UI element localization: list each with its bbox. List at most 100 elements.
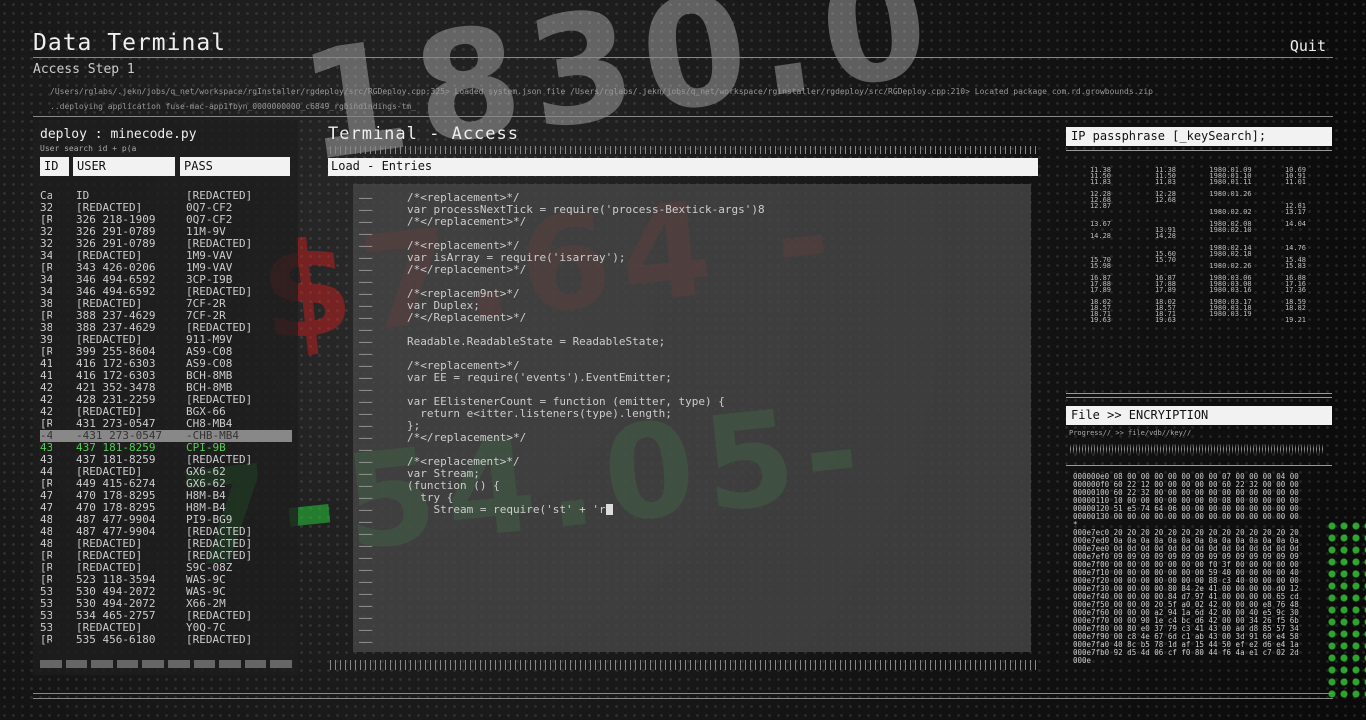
stats-cell: 19.63 — [1089, 316, 1112, 324]
hex-row: 000e7ec0 20 20 20 20 20 20 20 20 20 20 2… — [1073, 529, 1299, 537]
panel-subtitle: User search id + p(a — [40, 144, 137, 153]
code-lines: ——/*<replacement>*/—— var processNextTick… — [359, 192, 765, 648]
cell-id: [R — [40, 310, 52, 322]
table-row[interactable]: [R 535 456-6180 [REDACTED] — [40, 634, 292, 646]
load-entries-bar[interactable]: Load - Entries — [328, 158, 1038, 176]
cell-id: [R — [40, 550, 52, 562]
cell-id: 47 — [40, 502, 52, 514]
hex-row: 000e7f30 00 00 00 00 80 84 2e 41 00 00 0… — [1073, 585, 1299, 593]
code-line: ——/*</replacement>*/ — [359, 432, 765, 444]
hex-row: 000e7ee0 0d 0d 0d 0d 0d 0d 0d 0d 0d 0d 0… — [1073, 545, 1299, 553]
terminal-ui: Data Terminal Quit Access Step 1 /Users/… — [0, 0, 1366, 720]
cell-id: 38 — [40, 298, 52, 310]
stats-divider-1 — [1066, 393, 1332, 394]
cell-id: 39 — [40, 334, 52, 346]
table-scrollbar[interactable] — [40, 660, 292, 668]
terminal-title: Terminal - Access — [328, 124, 519, 144]
code-line: —— — [359, 624, 765, 636]
code-line: —— — [359, 636, 765, 648]
hex-row: 000000e0 08 00 00 00 00 00 00 00 07 00 0… — [1073, 473, 1299, 481]
cell-id: 34 — [40, 250, 52, 262]
code-line: —— var EE = require('events').EventEmitte… — [359, 372, 765, 384]
line-text: var EE = require('events').EventEmitter; — [407, 371, 672, 384]
line-text: Readable.ReadableState = ReadableState; — [407, 335, 666, 348]
cell-id: 43 — [40, 454, 52, 466]
panel-title: deploy : minecode.py — [40, 127, 197, 142]
cell-id: -4 — [40, 430, 52, 442]
hex-dump: 000000e0 08 00 00 00 00 00 00 00 07 00 0… — [1073, 473, 1328, 665]
line-text: /*</replacement>*/ — [407, 215, 527, 228]
cell-id: 34 — [40, 274, 52, 286]
hex-row: 000e7ed0 0a 0a 0a 0a 0a 0a 0a 0a 0a 0a 0… — [1073, 537, 1299, 545]
cell-id: [R — [40, 478, 52, 490]
terminal-bottom-ruler — [330, 660, 1038, 670]
column-header-pass[interactable]: PASS — [180, 157, 290, 176]
cell-id: 42 — [40, 382, 52, 394]
hex-row: 00000100 60 22 32 00 00 00 00 00 00 00 0… — [1073, 489, 1299, 497]
cell-id: [R — [40, 262, 52, 274]
hex-row: 000e7f80 00 80 e0 37 79 c3 41 43 00 a0 d… — [1073, 625, 1299, 633]
cell-id: 48 — [40, 526, 52, 538]
code-line: —— — [359, 576, 765, 588]
hex-row: 000e7fb0 92 d5 4d 06 cf f0 80 44 f6 4a e… — [1073, 649, 1299, 657]
cell-id: Ca — [40, 190, 52, 202]
hex-row: 000000f0 60 22 12 00 00 00 00 00 60 22 3… — [1073, 481, 1299, 489]
stats-table: 11.38 11.38 1980.01.09 10.69 11.50 11.50 1980.… — [1068, 167, 1330, 324]
log-line-1: /Users/rglabs/.jekn/jobs/q_net/workspace… — [50, 87, 1153, 96]
line-text: return e<itter.listeners(type).length; — [407, 407, 672, 420]
code-line: —— — [359, 540, 765, 552]
quit-button[interactable]: Quit — [1290, 37, 1326, 55]
code-line: ——/*</replacement>*/ — [359, 264, 765, 276]
hex-row: 000e7f70 00 00 90 1e c4 bc d6 42 00 00 3… — [1073, 617, 1299, 625]
code-line: —— — [359, 528, 765, 540]
footer-divider-2 — [33, 698, 1333, 699]
code-line: —— — [359, 564, 765, 576]
cell-id: 53 — [40, 610, 52, 622]
ip-divider — [1066, 150, 1332, 151]
waveform-divider — [1066, 465, 1332, 466]
code-line: —— — [359, 612, 765, 624]
hex-row: 000e7f50 00 00 00 20 5f a0 02 42 00 00 0… — [1073, 601, 1299, 609]
hex-row: 000e7ef0 09 09 09 09 09 09 09 09 09 09 0… — [1073, 553, 1299, 561]
code-line: —— — [359, 600, 765, 612]
terminal-top-ruler — [330, 146, 1038, 154]
hex-row: 000e — [1073, 657, 1092, 665]
cell-id: 44 — [40, 466, 52, 478]
app-title: Data Terminal — [33, 30, 227, 56]
stats-row: 19.63 19.63 19.21 — [1068, 316, 1330, 324]
cell-id: [R — [40, 634, 52, 646]
column-header-user[interactable]: USER — [73, 157, 175, 176]
cell-id: 43 — [40, 442, 52, 454]
hex-row: * — [1073, 521, 1078, 529]
encryption-waveform — [1070, 440, 1325, 458]
access-step-label: Access Step 1 — [33, 62, 135, 77]
hex-row: 000e7f90 00 c8 4e 67 6d c1 ab 43 00 3d 9… — [1073, 633, 1299, 641]
cell-id: 47 — [40, 490, 52, 502]
stats-cell: 19.63 — [1154, 316, 1177, 324]
line-text: /*</replacement>*/ — [407, 263, 527, 276]
stats-cell — [1198, 317, 1263, 323]
user-table-rows: Ca ID [REDACTED] 32 [REDACTED] 0Q7-CF2 [R 326 2… — [40, 190, 292, 646]
cell-id: [R — [40, 562, 52, 574]
cell-id: [R — [40, 214, 52, 226]
hex-row: 00000120 51 e5 74 64 06 00 00 00 00 00 0… — [1073, 505, 1299, 513]
column-header-id[interactable]: ID — [40, 157, 69, 176]
cell-id: 32 — [40, 238, 52, 250]
cell-id: 42 — [40, 394, 52, 406]
cell-id: 53 — [40, 598, 52, 610]
stats-cell: 19.21 — [1284, 316, 1307, 324]
code-line: —— — [359, 516, 765, 528]
cell-id: 53 — [40, 586, 52, 598]
encryption-header: File >> ENCRYIPTION — [1066, 406, 1332, 425]
code-editor[interactable]: ——/*<replacement>*/—— var processNextTick… — [353, 184, 1031, 652]
cell-id: 32 — [40, 202, 52, 214]
ip-passphrase-field[interactable]: IP passphrase [_keySearch]; — [1066, 127, 1332, 146]
log-line-2: ..deploying application fuse-mac-app1fby… — [50, 102, 417, 111]
cell-id: 42 — [40, 406, 52, 418]
hex-row: 000e7f40 00 00 00 00 84 d7 97 41 00 00 0… — [1073, 593, 1299, 601]
hex-row: 000e7f60 00 00 00 a2 94 1a 6d 42 00 00 4… — [1073, 609, 1299, 617]
footer-divider-1 — [33, 693, 1333, 694]
hex-row: 00000110 10 00 00 00 00 00 00 00 08 00 0… — [1073, 497, 1299, 505]
hex-row: 00000130 00 00 00 00 00 00 00 00 00 00 0… — [1073, 513, 1299, 521]
cell-id: [R — [40, 574, 52, 586]
